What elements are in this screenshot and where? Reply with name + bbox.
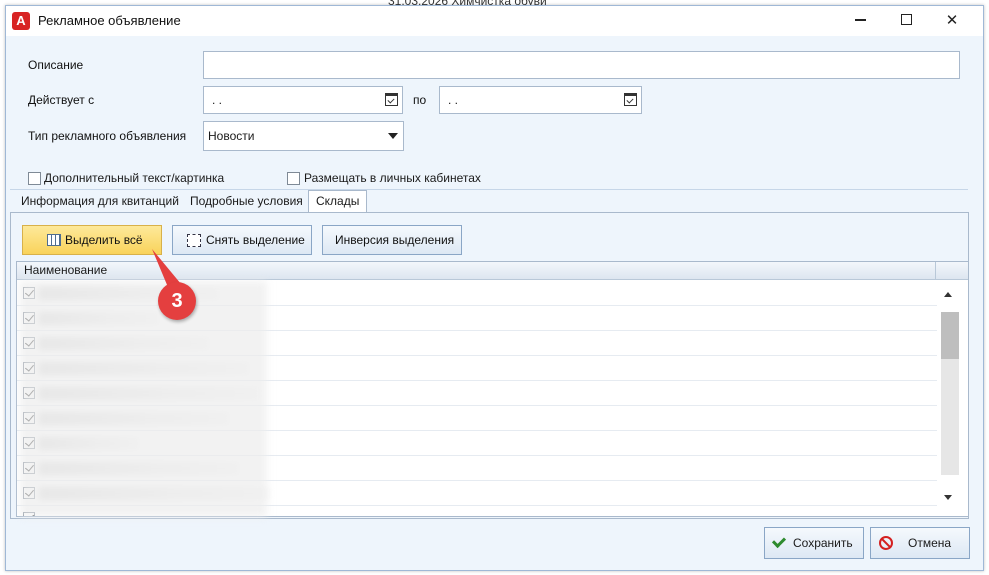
list-scrollbar[interactable]	[936, 281, 962, 508]
ad-type-label: Тип рекламного объявления	[28, 129, 187, 143]
invert-selection-label: Инверсия выделения	[335, 233, 455, 247]
scroll-up-icon[interactable]	[944, 292, 952, 297]
chevron-down-icon	[388, 133, 398, 139]
deselect-label: Снять выделение	[206, 233, 305, 247]
date-from-input[interactable]: . .	[203, 86, 403, 114]
column-header-label: Наименование	[24, 263, 108, 277]
maximize-button[interactable]	[883, 6, 929, 36]
extra-text-label: Дополнительный текст/картинка	[44, 171, 225, 185]
select-all-label: Выделить всё	[65, 233, 143, 247]
description-label: Описание	[28, 58, 84, 72]
active-from-label: Действует с	[28, 93, 95, 107]
checkmark-icon	[771, 533, 787, 549]
tab-detailed-conditions[interactable]: Подробные условия	[186, 192, 307, 213]
tab-receipt-info[interactable]: Информация для квитанций	[17, 192, 183, 213]
save-button[interactable]: Сохранить	[764, 527, 864, 559]
app-logo-icon: A	[12, 12, 30, 30]
place-in-cabinets-label: Размещать в личных кабинетах	[304, 171, 481, 185]
cancel-button[interactable]: Отмена	[870, 527, 970, 559]
tab-warehouses[interactable]: Склады	[308, 190, 368, 213]
privacy-blur-overlay	[20, 281, 267, 517]
ad-type-value: Новости	[208, 129, 255, 143]
title-bar[interactable]: A Рекламное объявление ✕	[6, 6, 983, 36]
save-label: Сохранить	[793, 536, 853, 550]
invert-selection-button[interactable]: Инверсия выделения	[322, 225, 462, 255]
scroll-down-icon[interactable]	[944, 495, 952, 500]
date-to-value: . .	[448, 93, 459, 107]
date-from-value: . .	[212, 93, 223, 107]
step-callout-badge: 3	[158, 282, 196, 320]
column-header-name[interactable]: Наименование	[17, 262, 968, 280]
ad-type-select[interactable]: Новости	[203, 121, 404, 151]
date-to-input[interactable]: . .	[439, 86, 642, 114]
close-button[interactable]: ✕	[929, 6, 975, 36]
maximize-icon	[900, 14, 912, 26]
calendar-icon[interactable]	[624, 93, 637, 106]
column-header-separator	[935, 262, 936, 280]
scroll-thumb[interactable]	[941, 312, 959, 359]
calendar-icon[interactable]	[385, 93, 398, 106]
minimize-button[interactable]	[837, 6, 883, 36]
to-label: по	[413, 93, 427, 107]
cancel-label: Отмена	[908, 536, 952, 550]
deselect-button[interactable]: Снять выделение	[172, 225, 312, 255]
minimize-icon	[854, 19, 866, 21]
place-in-cabinets-checkbox[interactable]	[287, 172, 300, 185]
tabs-divider	[10, 189, 968, 190]
select-all-button[interactable]: Выделить всё	[22, 225, 162, 255]
extra-text-checkbox[interactable]	[28, 172, 41, 185]
window-title: Рекламное объявление	[38, 13, 181, 28]
cancel-icon	[879, 536, 893, 550]
grid-select-icon	[47, 234, 61, 246]
description-input[interactable]	[203, 51, 960, 79]
deselect-icon	[187, 234, 201, 247]
